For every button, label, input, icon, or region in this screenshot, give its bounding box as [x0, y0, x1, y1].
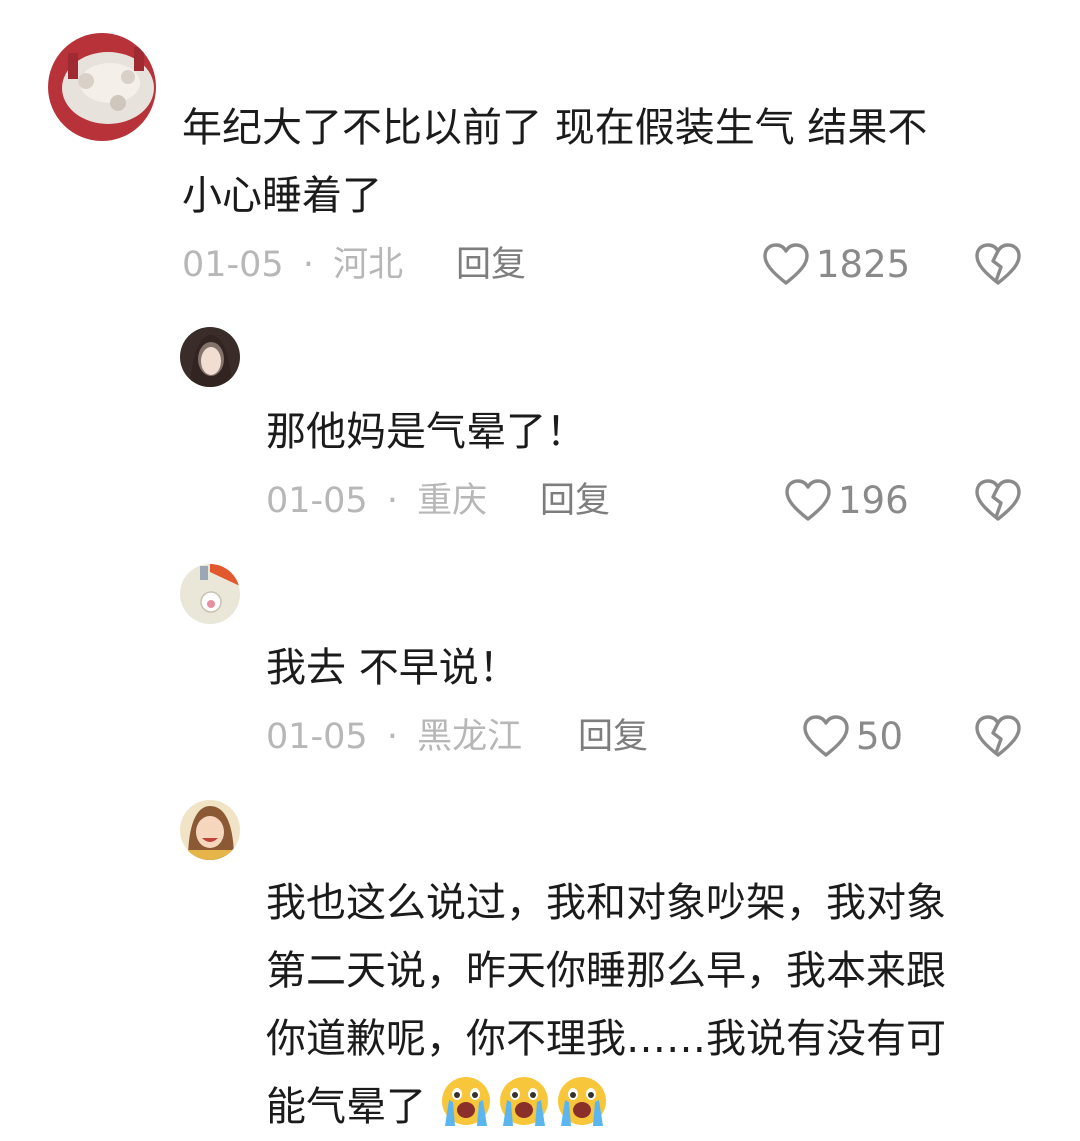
like-count: 1825	[816, 243, 911, 286]
reply-button[interactable]: 回复	[456, 243, 526, 287]
avatar[interactable]	[180, 800, 240, 860]
like-count: 50	[856, 715, 904, 758]
comment-date-location: 01-05 · 重庆	[266, 479, 487, 523]
comment-location: 重庆	[417, 481, 488, 521]
comment-date: 01-05	[266, 481, 368, 521]
like-button[interactable]: 50	[802, 715, 903, 759]
avatar[interactable]	[180, 564, 240, 624]
comment-date: 01-05	[266, 717, 368, 757]
heart-outline-icon	[785, 479, 831, 521]
like-button[interactable]: 196	[784, 479, 909, 523]
reply-button[interactable]: 回复	[578, 715, 648, 759]
crying-face-emoji	[557, 1077, 606, 1126]
comment-location: 河北	[333, 245, 404, 285]
comment-date-location: 01-05 · 黑龙江	[266, 715, 522, 759]
dislike-button[interactable]	[974, 715, 1022, 763]
crying-face-emoji	[441, 1077, 490, 1126]
broken-heart-icon	[975, 479, 1021, 521]
like-button[interactable]: 1825	[762, 243, 910, 287]
separator-dot: ·	[386, 717, 398, 757]
comment-date-location: 01-05 · 河北	[182, 243, 403, 287]
comment-location: 黑龙江	[417, 717, 523, 757]
comment-text: 我去 不早说！	[266, 645, 519, 691]
avatar[interactable]	[48, 33, 156, 141]
heart-outline-icon	[763, 243, 809, 285]
heart-outline-icon	[803, 715, 849, 757]
like-count: 196	[838, 479, 909, 522]
comment-text: 我也这么说过，我和对象吵架，我对象 第二天说，昨天你睡那么早，我本来跟 你道歉呢…	[266, 880, 946, 1130]
comment-date: 01-05	[182, 245, 284, 285]
crying-face-emoji	[499, 1077, 548, 1126]
crying-face-emoji-group	[426, 1077, 613, 1130]
dislike-button[interactable]	[974, 243, 1022, 291]
comment-text: 年纪大了不比以前了 现在假装生气 结果不 小心睡着了	[182, 105, 928, 219]
separator-dot: ·	[302, 245, 314, 285]
comment-text: 那他妈是气晕了！	[266, 409, 586, 455]
broken-heart-icon	[975, 715, 1021, 757]
broken-heart-icon	[975, 243, 1021, 285]
separator-dot: ·	[386, 481, 398, 521]
dislike-button[interactable]	[974, 479, 1022, 527]
avatar[interactable]	[180, 327, 240, 387]
reply-button[interactable]: 回复	[540, 479, 610, 523]
